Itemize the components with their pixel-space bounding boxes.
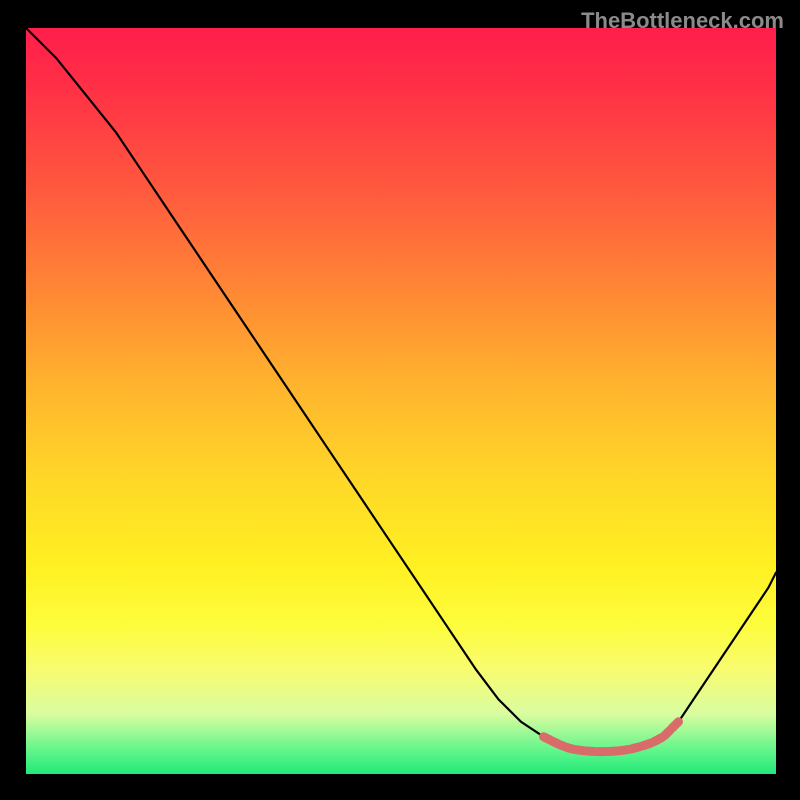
- chart-svg: [26, 28, 776, 774]
- marker-segment: [654, 738, 662, 742]
- bottleneck-curve: [26, 28, 776, 752]
- marker-dot: [674, 717, 683, 726]
- data-markers: [539, 717, 683, 751]
- marker-segment: [631, 747, 639, 749]
- marker-segment: [643, 743, 651, 746]
- marker-dot: [539, 732, 548, 741]
- plot-area: [26, 28, 776, 774]
- watermark-text: TheBottleneck.com: [581, 8, 784, 34]
